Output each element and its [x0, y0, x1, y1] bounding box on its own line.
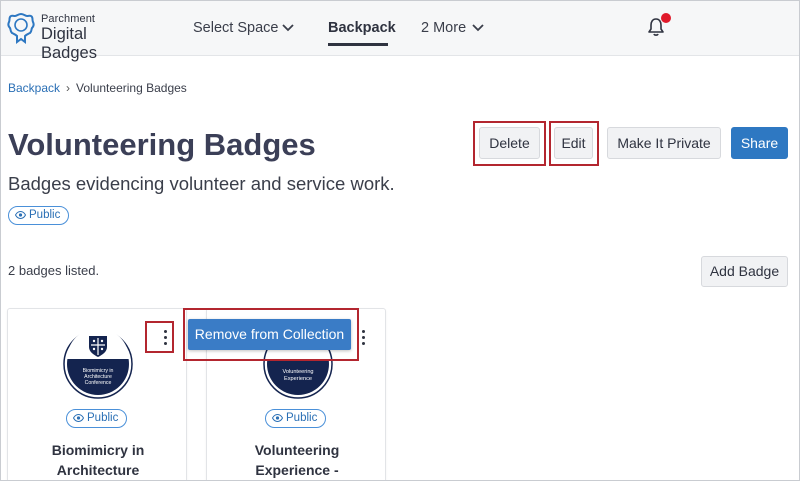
- logo-big-text: Digital Badges: [41, 25, 97, 62]
- chevron-right-icon: ›: [66, 81, 71, 95]
- badge-count: 2 badges listed.: [8, 263, 100, 278]
- badge-visibility-pill: Public: [66, 409, 128, 428]
- badge-logo-icon: [7, 12, 35, 44]
- badge-card[interactable]: Biomimicry in Architecture Conference Pu…: [7, 308, 187, 480]
- badge-title[interactable]: Volunteering Experience -: [217, 440, 377, 480]
- eye-icon: [272, 413, 283, 422]
- top-nav: Parchment Digital Badges Select Space Ba…: [1, 1, 799, 62]
- make-private-button[interactable]: Make It Private: [607, 127, 721, 159]
- nav-more[interactable]: 2 More: [421, 18, 466, 38]
- eye-icon: [73, 413, 84, 422]
- chevron-down-icon[interactable]: [281, 20, 295, 34]
- visibility-badge: Public: [8, 206, 70, 225]
- app-window: Parchment Digital Badges Select Space Ba…: [0, 0, 800, 481]
- nav-backpack[interactable]: Backpack: [328, 18, 396, 38]
- badge-image-text: Volunteering: [282, 369, 313, 375]
- more-options-icon[interactable]: [156, 325, 176, 349]
- breadcrumb-current: Volunteering Badges: [76, 81, 187, 95]
- nav-select-space[interactable]: Select Space: [193, 18, 278, 38]
- visibility-label: Public: [29, 209, 61, 221]
- logo[interactable]: Parchment Digital Badges: [7, 10, 147, 62]
- badge-visibility-label: Public: [286, 412, 318, 424]
- badge-visibility-pill: Public: [265, 409, 327, 428]
- remove-from-collection-menu-item[interactable]: Remove from Collection: [188, 319, 351, 350]
- breadcrumb: Backpack › Volunteering Badges: [8, 80, 187, 96]
- page-title: Volunteering Badges: [8, 127, 316, 162]
- badge-image-text: Conference: [85, 380, 112, 386]
- badge-image: Biomimicry in Architecture Conference: [63, 329, 133, 399]
- edit-button[interactable]: Edit: [554, 127, 593, 159]
- breadcrumb-backpack-link[interactable]: Backpack: [8, 81, 60, 95]
- more-options-icon[interactable]: [357, 325, 371, 349]
- share-button[interactable]: Share: [731, 127, 788, 159]
- eye-icon: [15, 210, 26, 219]
- badge-image-text: Experience: [284, 376, 312, 382]
- chevron-down-icon[interactable]: [471, 20, 485, 34]
- badge-visibility-label: Public: [87, 412, 119, 424]
- add-badge-button[interactable]: Add Badge: [701, 256, 788, 287]
- collection-description: Badges evidencing volunteer and service …: [8, 173, 395, 194]
- notification-dot: [661, 13, 671, 23]
- active-tab-indicator: [328, 43, 388, 46]
- badge-title[interactable]: Biomimicry in Architecture: [18, 440, 178, 480]
- logo-small-text: Parchment: [41, 13, 96, 25]
- delete-button[interactable]: Delete: [479, 127, 540, 159]
